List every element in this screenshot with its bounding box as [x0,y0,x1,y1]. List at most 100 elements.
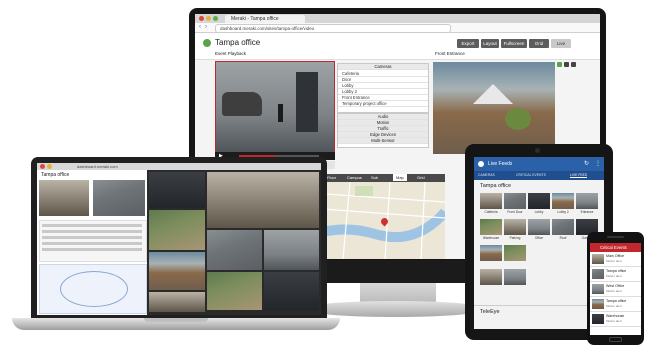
site-status-icon [203,39,211,47]
map-tab-campus[interactable]: Campus [347,175,362,180]
list-item[interactable]: Tampa office Motion alert [590,297,641,312]
laptop-camera-5[interactable] [149,210,205,250]
floor-plan-outline [60,271,128,307]
event-thumbnail [592,269,604,279]
laptop-camera-8[interactable] [149,252,205,290]
tablet-thumb-label: Entrance [580,210,594,214]
event-subtitle: Motion alert [606,319,622,323]
export-button[interactable]: Export [457,39,479,48]
tablet-thumb-3[interactable] [528,193,550,209]
refresh-icon[interactable]: ↻ [584,160,589,168]
tablet-thumb-label: Lobby 2 [557,210,569,214]
event-subtitle: Motion alert [606,304,622,308]
laptop-camera-1[interactable] [39,180,89,216]
list-item[interactable]: West Office Motion alert [590,282,641,297]
section-divider [474,305,604,306]
tablet-app-title: Live Feeds [488,161,513,167]
table-row[interactable] [42,248,142,251]
tablet-thumb-7[interactable] [504,219,526,235]
tablet-thumb-8[interactable] [528,219,550,235]
laptop-camera-4[interactable] [207,172,319,228]
event-title: Tampa office [606,269,627,273]
grid-button[interactable]: Grid [529,39,549,48]
phone-header: Critical Events [590,243,641,252]
tablet-thumb-5[interactable] [576,193,598,209]
table-row[interactable] [42,242,142,245]
tablet-thumb-label: Front Door [507,210,523,214]
tab-critical-events[interactable]: CRITICAL EVENTS [516,173,546,177]
laptop-camera-7[interactable] [264,230,319,270]
url-input[interactable]: dashboard.meraki.com/sites/tampa-office/… [215,24,451,33]
event-title: Main Office [606,254,625,258]
page-title: Tampa office [215,38,261,47]
event-playback-video[interactable] [215,61,335,153]
layout-button[interactable]: Layout [481,39,499,48]
front-entrance-label: Front Entrance [435,51,465,56]
tablet-tab-bar: CAMERAS CRITICAL EVENTS LIVE FEED [474,171,604,180]
laptop-camera-11[interactable] [149,292,205,312]
maximize-window-icon[interactable] [213,16,218,21]
minimize-window-icon[interactable] [206,16,211,21]
tablet-app-bar: Live Feeds ↻ ⋮ [474,157,604,171]
app-logo-icon [478,161,484,167]
more-menu-icon[interactable]: ⋮ [595,160,601,168]
tablet-thumb-label: Parking [509,236,521,240]
tablet-section-title: Tampa office [480,183,512,189]
booth-shape [296,72,318,132]
laptop-camera-2[interactable] [93,180,145,216]
tablet-thumb-9[interactable] [552,219,574,235]
laptop-floor-plan[interactable] [39,264,147,314]
map-tab-grid[interactable]: Grid [417,175,425,180]
laptop-camera-6[interactable] [207,230,262,270]
tablet-thumb-4[interactable] [552,193,574,209]
list-item[interactable]: Tampa office Motion alert [590,267,641,282]
tablet-thumb-11[interactable] [480,245,502,261]
tablet-thumb-label: Warehouse [482,236,500,240]
list-item[interactable]: Main Office Motion alert [590,252,641,267]
laptop-camera-10[interactable] [264,272,319,310]
map-tab-floor[interactable]: Floor [327,175,336,180]
minimize-window-icon[interactable] [47,164,52,169]
tablet-thumb-1[interactable] [480,193,502,209]
event-thumbnail [592,314,604,324]
snapshot-icon[interactable] [564,62,569,67]
phone-home-button[interactable] [609,337,622,342]
laptop-camera-3[interactable] [149,172,205,208]
laptop-left-panel: Tampa office [37,170,147,315]
tablet-thumb-label: Office [534,236,544,240]
tab-live-feed[interactable]: LIVE FEED [570,173,588,178]
list-item[interactable]: Warehouse Motion alert [590,312,641,327]
table-row[interactable] [42,230,142,233]
group-item-multi-sensor[interactable]: Multi-Sensor [338,138,428,144]
close-window-icon[interactable] [40,164,45,169]
tablet-thumb-13[interactable] [480,269,502,285]
tablet-thumb-12[interactable] [504,245,526,261]
tablet-footer-label: TeleEye [480,309,500,315]
tablet-screen: Live Feeds ↻ ⋮ CAMERAS CRITICAL EVENTS L… [474,157,604,329]
tablet-thumb-14[interactable] [504,269,526,285]
tab-cameras[interactable]: CAMERAS [478,173,495,177]
tablet-thumb-2[interactable] [504,193,526,209]
table-row[interactable] [42,236,142,239]
map-tab-map[interactable]: Map [393,174,407,181]
map-tab-sub[interactable]: Sub [371,175,378,180]
laptop-title: Tampa office [41,172,70,178]
settings-icon[interactable] [571,62,576,67]
tablet-thumb-label: Roof [559,236,567,240]
browser-tab[interactable]: Meraki - Tampa office [225,15,305,23]
front-entrance-video[interactable] [433,62,555,154]
live-button[interactable]: Live [551,39,571,48]
laptop-event-table [39,220,147,262]
back-icon[interactable]: ‹ [199,24,201,31]
fullscreen-button[interactable]: Fullscreen [501,39,527,48]
event-thumbnail [592,299,604,309]
forward-icon[interactable]: › [205,24,207,31]
close-window-icon[interactable] [199,16,204,21]
camera-item-temporary-project-office[interactable]: Temporary project office [338,101,428,107]
tablet-thumb-6[interactable] [480,219,502,235]
laptop-camera-9[interactable] [207,272,262,310]
table-row[interactable] [42,224,142,227]
laptop-lid: dashboard.meraki.com Tampa office [31,157,327,320]
event-subtitle: Motion alert [606,274,622,278]
laptop-url[interactable]: dashboard.meraki.com [77,163,118,170]
